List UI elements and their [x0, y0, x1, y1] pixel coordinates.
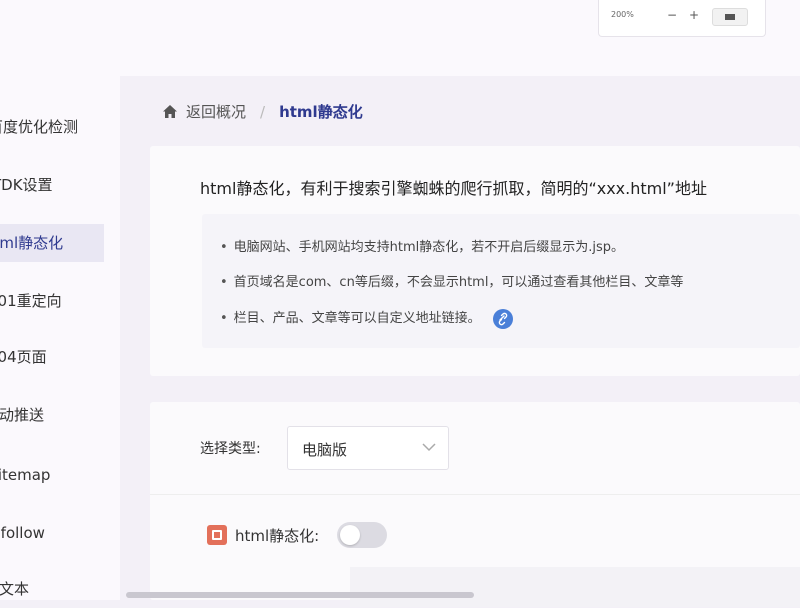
sidebar-item-baidu-check[interactable]: 百度优化检测	[0, 108, 104, 146]
breadcrumb-current: html静态化	[279, 103, 363, 121]
sidebar-item-label: TDK设置	[0, 176, 53, 194]
tip-item: 首页域名是com、cn等后缀，不会显示html，可以通过查看其他栏目、文章等	[220, 271, 684, 290]
sidebar-item-active-push[interactable]: 主动推送	[0, 396, 104, 434]
sidebar-item-label: html静态化	[0, 234, 64, 252]
tip-text: 栏目、产品、文章等可以自定义地址链接。	[233, 311, 481, 326]
sidebar-item-label: 百度优化检测	[0, 118, 79, 136]
zoom-in-button[interactable]: +	[687, 6, 701, 24]
type-label: 选择类型:	[200, 441, 261, 457]
sub-panel	[350, 567, 800, 607]
sidebar-item-nofollow[interactable]: nofollow	[0, 514, 104, 552]
toggle-label: html静态化:	[235, 526, 320, 545]
zoom-level: 200%	[611, 10, 634, 19]
sidebar-item-tdk[interactable]: TDK设置	[0, 166, 104, 204]
top-bar: 200% − +	[0, 0, 800, 76]
settings-card: 选择类型: 电脑版 html静态化:	[150, 402, 800, 607]
fit-view-icon[interactable]	[712, 8, 748, 26]
type-select[interactable]: 电脑版	[287, 426, 449, 470]
sidebar-item-sitemap[interactable]: sitemap	[0, 456, 104, 494]
sidebar-item-html-static[interactable]: html静态化	[0, 224, 104, 262]
html-static-switch[interactable]	[337, 522, 388, 548]
horizontal-scrollbar[interactable]	[126, 592, 474, 598]
sidebar-item-301-redirect[interactable]: 301重定向	[0, 282, 104, 320]
back-to-overview-link[interactable]: 返回概况	[186, 100, 246, 124]
sidebar-item-anchor-text[interactable]: 锚文本	[0, 570, 104, 608]
sidebar-item-label: nofollow	[0, 524, 45, 542]
breadcrumb: 返回概况 / html静态化	[162, 100, 363, 124]
divider	[150, 494, 800, 495]
sidebar-item-label: 锚文本	[0, 580, 30, 598]
html-static-toggle-row: html静态化:	[207, 522, 388, 548]
sidebar-item-label: sitemap	[0, 466, 51, 484]
type-select-value: 电脑版	[302, 441, 348, 459]
intro-card: html静态化，有利于搜索引擎蜘蛛的爬行抓取，简明的“xxx.html”地址 电…	[150, 146, 800, 376]
tip-item: 电脑网站、手机网站均支持html静态化，若不开启后缀显示为.jsp。	[220, 236, 624, 255]
sidebar: 百度优化检测 TDK设置 html静态化 301重定向 404页面 主动推送 s…	[0, 76, 120, 600]
html-static-icon	[207, 525, 227, 545]
sidebar-item-label: 主动推送	[0, 406, 45, 424]
breadcrumb-separator: /	[260, 103, 266, 121]
chevron-down-icon	[422, 443, 436, 452]
link-icon[interactable]	[492, 308, 513, 329]
tips-box: 电脑网站、手机网站均支持html静态化，若不开启后缀显示为.jsp。 首页域名是…	[202, 214, 800, 348]
zoom-panel: 200% − +	[598, 0, 766, 37]
sidebar-item-label: 404页面	[0, 348, 47, 366]
intro-text: html静态化，有利于搜索引擎蜘蛛的爬行抓取，简明的“xxx.html”地址	[200, 179, 707, 198]
zoom-out-button[interactable]: −	[665, 6, 679, 24]
home-icon[interactable]	[162, 104, 178, 120]
sidebar-item-label: 301重定向	[0, 292, 62, 310]
sidebar-item-404-page[interactable]: 404页面	[0, 338, 104, 376]
tip-item: 栏目、产品、文章等可以自定义地址链接。	[220, 307, 513, 329]
